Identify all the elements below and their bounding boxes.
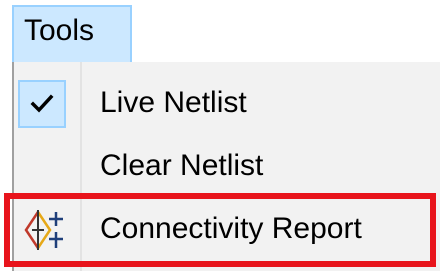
menu-bar: Tools (0, 0, 440, 63)
connectivity-report-icon (24, 210, 63, 250)
menu-item-label: Connectivity Report (100, 212, 362, 245)
screenshot-stage: Tools Live Netlist Clear Netlist Connect… (0, 0, 440, 271)
checkmark-box (18, 80, 66, 128)
check-icon (30, 94, 54, 113)
menu-item-connectivity-report[interactable]: Connectivity Report (14, 198, 440, 262)
menu-item-label: Live Netlist (100, 86, 247, 119)
tools-menu-label: Tools (24, 14, 95, 47)
menu-item-clear-netlist[interactable]: Clear Netlist (14, 135, 440, 199)
tools-dropdown-menu: Live Netlist Clear Netlist Connectivity … (12, 62, 440, 271)
menu-item-label: Clear Netlist (100, 149, 264, 182)
menu-item-live-netlist[interactable]: Live Netlist (14, 72, 440, 136)
